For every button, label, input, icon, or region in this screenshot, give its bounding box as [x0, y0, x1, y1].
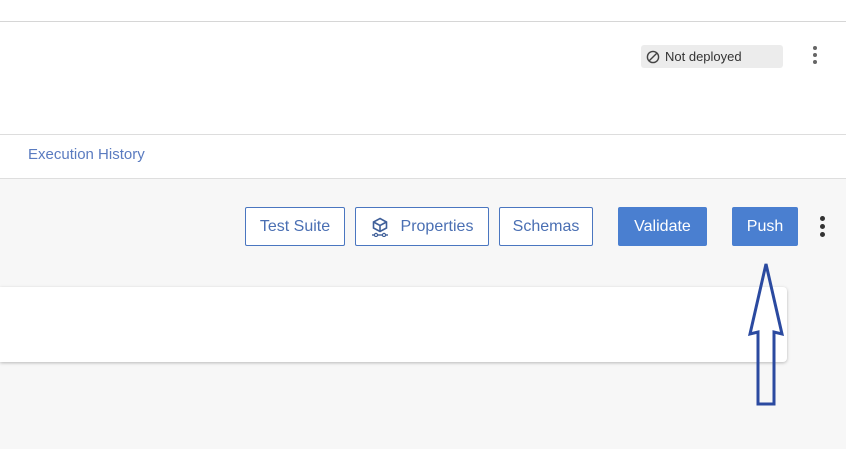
content-card — [0, 287, 787, 362]
status-label: Not deployed — [665, 49, 742, 64]
test-suite-label: Test Suite — [259, 217, 331, 235]
push-label: Push — [746, 217, 784, 235]
toolbar-more-options-icon[interactable] — [817, 216, 827, 237]
properties-button[interactable]: Properties — [355, 207, 489, 246]
properties-icon — [371, 217, 388, 237]
top-bar — [0, 0, 846, 22]
tab-execution-history[interactable]: Execution History — [28, 146, 145, 163]
properties-label: Properties — [400, 217, 474, 235]
push-button[interactable]: Push — [732, 207, 798, 246]
validate-button[interactable]: Validate — [618, 207, 707, 246]
header-divider — [0, 134, 846, 135]
tabs-bottom-border — [0, 178, 846, 179]
header-more-options-icon[interactable] — [810, 46, 820, 64]
test-suite-button[interactable]: Test Suite — [245, 207, 345, 246]
deployment-status-badge: Not deployed — [641, 45, 783, 68]
schemas-button[interactable]: Schemas — [499, 207, 593, 246]
schemas-label: Schemas — [512, 217, 580, 235]
annotation-arrow-icon — [747, 263, 785, 406]
validate-label: Validate — [634, 217, 691, 235]
not-deployed-icon — [646, 50, 660, 63]
